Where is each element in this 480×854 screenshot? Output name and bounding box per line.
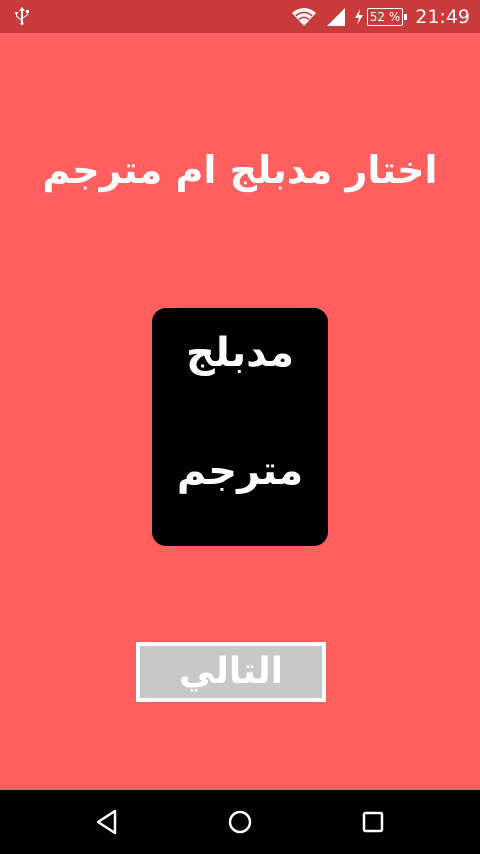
status-bar: 52 % 21:49 bbox=[0, 0, 480, 33]
recent-apps-icon[interactable] bbox=[359, 808, 387, 836]
status-time: 21:49 bbox=[415, 5, 470, 28]
battery-icon: 52 % bbox=[366, 7, 407, 26]
page-title: اختار مدبلج ام مترجم bbox=[42, 148, 438, 192]
usb-icon bbox=[15, 7, 29, 26]
signal-icon bbox=[326, 7, 345, 26]
status-icons: 52 % 21:49 bbox=[290, 0, 470, 33]
charging-bolt-icon bbox=[354, 8, 363, 25]
home-icon[interactable] bbox=[226, 808, 254, 836]
choice-card: مدبلج مترجم bbox=[152, 308, 328, 546]
option-subtitled[interactable]: مترجم bbox=[152, 448, 328, 494]
option-dubbed[interactable]: مدبلج bbox=[152, 330, 328, 376]
battery-indicator: 52 % bbox=[354, 7, 407, 26]
navigation-bar bbox=[0, 790, 480, 854]
back-icon[interactable] bbox=[93, 808, 121, 836]
wifi-icon bbox=[291, 7, 316, 26]
battery-level: 52 % bbox=[369, 9, 401, 24]
next-button[interactable]: التالي bbox=[136, 642, 326, 702]
